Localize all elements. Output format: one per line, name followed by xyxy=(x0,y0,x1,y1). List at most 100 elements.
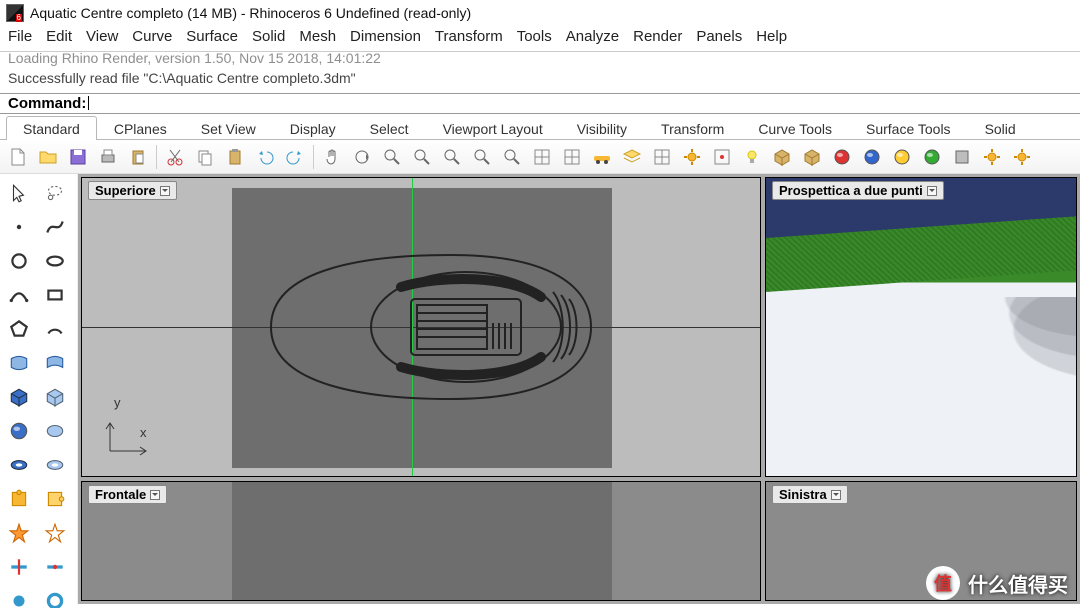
point-icon[interactable] xyxy=(2,212,36,242)
chevron-down-icon[interactable] xyxy=(831,490,841,500)
viewport-top[interactable]: Superiore xyxy=(81,177,761,477)
tab-surface-tools[interactable]: Surface Tools xyxy=(849,116,968,140)
gear-icon[interactable] xyxy=(978,143,1006,171)
menu-tools[interactable]: Tools xyxy=(517,28,552,45)
zoom-ext-icon[interactable] xyxy=(408,143,436,171)
dot-icon[interactable] xyxy=(2,586,36,608)
open-icon[interactable] xyxy=(34,143,62,171)
save-icon[interactable] xyxy=(64,143,92,171)
tab-set-view[interactable]: Set View xyxy=(184,116,273,140)
menu-view[interactable]: View xyxy=(86,28,118,45)
clipboard-icon[interactable] xyxy=(221,143,249,171)
options-icon[interactable] xyxy=(678,143,706,171)
ellipse-icon[interactable] xyxy=(38,246,72,276)
tab-visibility[interactable]: Visibility xyxy=(560,116,644,140)
sphere-g-icon[interactable] xyxy=(918,143,946,171)
shade-icon[interactable] xyxy=(558,143,586,171)
star-o-icon[interactable] xyxy=(38,518,72,548)
viewport-perspective[interactable]: Prospettica a due punti xyxy=(765,177,1077,477)
car-icon[interactable] xyxy=(588,143,616,171)
command-line[interactable]: Command: xyxy=(0,93,1080,114)
viewport-title-left[interactable]: Sinistra xyxy=(772,485,848,504)
curve-icon[interactable] xyxy=(38,212,72,242)
grid-icon[interactable] xyxy=(648,143,676,171)
tab-display[interactable]: Display xyxy=(273,116,353,140)
viewport-front[interactable]: Frontale xyxy=(81,481,761,601)
tab-transform[interactable]: Transform xyxy=(644,116,741,140)
menu-transform[interactable]: Transform xyxy=(435,28,503,45)
menu-solid[interactable]: Solid xyxy=(252,28,285,45)
new-icon[interactable] xyxy=(4,143,32,171)
tab-standard[interactable]: Standard xyxy=(6,116,97,140)
sphere-icon[interactable] xyxy=(2,416,36,446)
tab-curve-tools[interactable]: Curve Tools xyxy=(741,116,849,140)
snap-icon[interactable] xyxy=(708,143,736,171)
pan-icon[interactable] xyxy=(318,143,346,171)
viewport-title-front[interactable]: Frontale xyxy=(88,485,167,504)
circle-icon[interactable] xyxy=(2,246,36,276)
menu-file[interactable]: File xyxy=(8,28,32,45)
star-icon[interactable] xyxy=(2,518,36,548)
material-icon[interactable] xyxy=(798,143,826,171)
join-icon[interactable] xyxy=(38,552,72,582)
zoom-sel-icon[interactable] xyxy=(468,143,496,171)
menu-edit[interactable]: Edit xyxy=(46,28,72,45)
menu-mesh[interactable]: Mesh xyxy=(299,28,336,45)
gear2-icon[interactable] xyxy=(1008,143,1036,171)
menu-curve[interactable]: Curve xyxy=(132,28,172,45)
menu-panels[interactable]: Panels xyxy=(696,28,742,45)
cube-icon[interactable] xyxy=(948,143,976,171)
box-icon[interactable] xyxy=(768,143,796,171)
ring-icon[interactable] xyxy=(38,450,72,480)
spline-icon[interactable] xyxy=(2,280,36,310)
puzzle-icon[interactable] xyxy=(2,484,36,514)
trim-icon[interactable] xyxy=(2,552,36,582)
redo-icon[interactable] xyxy=(281,143,309,171)
pointer-icon[interactable] xyxy=(2,178,36,208)
polygon-icon[interactable] xyxy=(2,314,36,344)
sphere-b-icon[interactable] xyxy=(858,143,886,171)
box-lt-icon[interactable] xyxy=(38,382,72,412)
menu-render[interactable]: Render xyxy=(633,28,682,45)
puzzle2-icon[interactable] xyxy=(38,484,72,514)
ring2-icon[interactable] xyxy=(38,586,72,608)
ellipsoid-icon[interactable] xyxy=(38,416,72,446)
loft-icon[interactable] xyxy=(38,348,72,378)
surface-icon[interactable] xyxy=(2,348,36,378)
zoom-icon[interactable] xyxy=(378,143,406,171)
model-outline xyxy=(231,237,611,417)
menu-bar: File Edit View Curve Surface Solid Mesh Dimensi… xyxy=(0,26,1080,51)
rect-icon[interactable] xyxy=(38,280,72,310)
viewport-title-top[interactable]: Superiore xyxy=(88,181,177,200)
viewport-title-persp[interactable]: Prospettica a due punti xyxy=(772,181,944,200)
box-blue-icon[interactable] xyxy=(2,382,36,412)
rotate-icon[interactable] xyxy=(348,143,376,171)
lasso-icon[interactable] xyxy=(498,143,526,171)
light-icon[interactable] xyxy=(738,143,766,171)
render-icon[interactable] xyxy=(528,143,556,171)
lasso-icon[interactable] xyxy=(38,178,72,208)
tab-cplanes[interactable]: CPlanes xyxy=(97,116,184,140)
torus-icon[interactable] xyxy=(2,450,36,480)
copy-icon[interactable] xyxy=(191,143,219,171)
layers-icon[interactable] xyxy=(618,143,646,171)
paste-icon[interactable] xyxy=(124,143,152,171)
cut-icon[interactable] xyxy=(161,143,189,171)
zoom-win-icon[interactable] xyxy=(438,143,466,171)
undo-icon[interactable] xyxy=(251,143,279,171)
menu-help[interactable]: Help xyxy=(756,28,787,45)
menu-surface[interactable]: Surface xyxy=(186,28,238,45)
chevron-down-icon[interactable] xyxy=(160,186,170,196)
chevron-down-icon[interactable] xyxy=(927,186,937,196)
print-icon[interactable] xyxy=(94,143,122,171)
tab-viewport-layout[interactable]: Viewport Layout xyxy=(426,116,560,140)
sphere-y-icon[interactable] xyxy=(888,143,916,171)
tab-solid[interactable]: Solid xyxy=(968,116,1033,140)
chevron-down-icon[interactable] xyxy=(150,490,160,500)
tab-select[interactable]: Select xyxy=(353,116,426,140)
watermark: 值 什么值得买 xyxy=(926,566,1068,600)
arc-icon[interactable] xyxy=(38,314,72,344)
menu-analyze[interactable]: Analyze xyxy=(566,28,619,45)
sphere-r-icon[interactable] xyxy=(828,143,856,171)
menu-dimension[interactable]: Dimension xyxy=(350,28,421,45)
